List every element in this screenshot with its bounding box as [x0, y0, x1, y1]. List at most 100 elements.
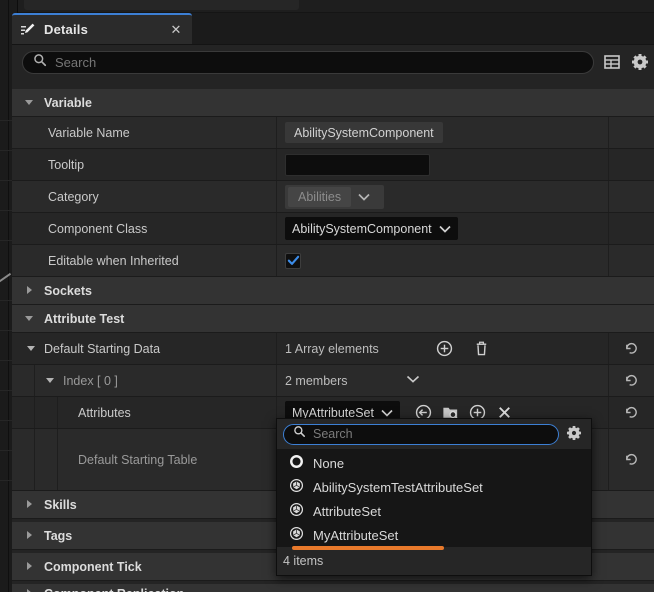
category-value: Abilities	[288, 187, 351, 207]
revert-to-default-icon	[624, 373, 639, 388]
row-label: Editable when Inherited	[48, 254, 179, 268]
component-class-combo[interactable]: AbilitySystemComponent	[285, 217, 458, 240]
section-label: Variable	[44, 96, 92, 110]
section-header-variable[interactable]: Variable	[12, 89, 654, 117]
variable-name-field[interactable]: AbilitySystemComponent	[285, 122, 443, 143]
tab-title: Details	[44, 22, 168, 37]
revert-to-default-icon	[624, 452, 639, 467]
row-tooltip: Tooltip	[12, 149, 654, 181]
section-label: Component Replication	[44, 587, 184, 592]
search-input[interactable]: Search	[22, 51, 594, 74]
dropdown-item-label: None	[313, 456, 344, 471]
revert-slot	[608, 181, 654, 212]
tab-strip: Details ✕	[12, 13, 654, 44]
revert-to-default-button[interactable]	[608, 333, 654, 364]
row-index-0: Index [ 0 ] 2 members	[12, 365, 654, 397]
dropdown-item-label: AttributeSet	[313, 504, 381, 519]
delete-all-elements-icon[interactable]	[472, 339, 491, 358]
section-label: Skills	[44, 498, 77, 512]
revert-to-default-button[interactable]	[608, 429, 654, 490]
row-label: Component Class	[48, 222, 147, 236]
dropdown-item-attributeset[interactable]: AttributeSet	[277, 499, 591, 523]
section-header-attribute-test[interactable]: Attribute Test	[12, 305, 654, 333]
chevron-down-icon[interactable]	[26, 340, 36, 358]
row-label: Default Starting Table	[78, 453, 197, 467]
details-pencil-icon	[20, 22, 36, 38]
class-sphere-icon	[289, 526, 304, 544]
row-category: Category Abilities	[12, 181, 654, 213]
chevron-right-icon	[24, 527, 34, 545]
chevron-right-icon	[24, 558, 34, 576]
background-tab[interactable]	[24, 0, 299, 10]
dropdown-search-row: Search	[277, 419, 591, 449]
chevron-right-icon	[24, 496, 34, 514]
add-element-icon[interactable]	[435, 339, 454, 358]
revert-slot	[608, 117, 654, 148]
member-count: 2 members	[285, 374, 348, 388]
dropdown-item-none[interactable]: None	[277, 451, 591, 475]
row-label: Variable Name	[48, 126, 130, 140]
window-top-chrome	[18, 0, 654, 12]
revert-to-default-button[interactable]	[608, 365, 654, 396]
search-icon	[293, 425, 306, 443]
dropdown-item-count: 4 items	[277, 547, 591, 575]
row-default-starting-data: Default Starting Data 1 Array elements	[12, 333, 654, 365]
dropdown-item-label: AbilitySystemTestAttributeSet	[313, 480, 483, 495]
details-toolbar: Search	[12, 45, 654, 79]
editable-when-inherited-checkbox[interactable]	[285, 253, 301, 269]
row-component-class: Component Class AbilitySystemComponent	[12, 213, 654, 245]
dropdown-item-myattributeset[interactable]: MyAttributeSet	[277, 523, 591, 547]
chevron-down-icon	[439, 222, 451, 236]
none-circle-icon	[289, 454, 304, 472]
dropdown-item-label: MyAttributeSet	[313, 528, 398, 543]
chevron-down-icon[interactable]	[45, 372, 55, 390]
check-icon	[287, 254, 300, 267]
tab-details[interactable]: Details ✕	[12, 13, 192, 44]
chevron-right-icon	[24, 585, 34, 592]
revert-slot	[608, 149, 654, 180]
section-label: Sockets	[44, 284, 92, 298]
dropdown-search-placeholder: Search	[313, 427, 353, 441]
class-sphere-icon	[289, 502, 304, 520]
revert-slot	[608, 213, 654, 244]
row-label: Default Starting Data	[44, 342, 160, 356]
chevron-down-icon	[24, 94, 34, 112]
chevron-down-icon[interactable]	[406, 371, 425, 390]
class-picker-dropdown: Search	[276, 418, 592, 576]
component-class-value: AbilitySystemComponent	[292, 222, 432, 236]
array-element-count: 1 Array elements	[285, 342, 379, 356]
row-variable-name: Variable Name AbilitySystemComponent	[12, 117, 654, 149]
row-label: Index [ 0 ]	[63, 374, 118, 388]
revert-to-default-icon	[624, 405, 639, 420]
details-panel-window: Details ✕ Search	[0, 0, 654, 592]
section-label: Component Tick	[44, 560, 142, 574]
row-label: Category	[48, 190, 99, 204]
section-header-sockets[interactable]: Sockets	[12, 277, 654, 305]
row-label: Attributes	[78, 406, 131, 420]
annotation-underline	[292, 546, 444, 550]
chevron-down-icon	[354, 188, 382, 206]
panel-divider	[8, 0, 9, 592]
search-placeholder: Search	[55, 55, 96, 70]
search-icon	[33, 53, 47, 72]
dropdown-item-list: None AbilitySystemTestAttributeSet	[277, 449, 591, 547]
dropdown-search-input[interactable]: Search	[283, 424, 559, 445]
chevron-down-icon	[24, 310, 34, 328]
tooltip-field[interactable]	[285, 154, 430, 176]
section-label: Tags	[44, 529, 72, 543]
section-header-component-replication[interactable]: Component Replication	[12, 584, 654, 592]
category-combo[interactable]: Abilities	[285, 185, 384, 209]
revert-to-default-button[interactable]	[608, 397, 654, 428]
row-editable-when-inherited: Editable when Inherited	[12, 245, 654, 277]
class-sphere-icon	[289, 478, 304, 496]
row-label: Tooltip	[48, 158, 84, 172]
table-view-icon[interactable]	[602, 52, 622, 72]
dropdown-item-abilitysystemtestattributeset[interactable]: AbilitySystemTestAttributeSet	[277, 475, 591, 499]
section-label: Attribute Test	[44, 312, 124, 326]
revert-slot	[608, 245, 654, 276]
gear-icon[interactable]	[630, 52, 650, 72]
revert-to-default-icon	[624, 341, 639, 356]
chevron-right-icon	[24, 282, 34, 300]
close-icon[interactable]: ✕	[168, 22, 184, 38]
gear-icon[interactable]	[565, 424, 585, 444]
